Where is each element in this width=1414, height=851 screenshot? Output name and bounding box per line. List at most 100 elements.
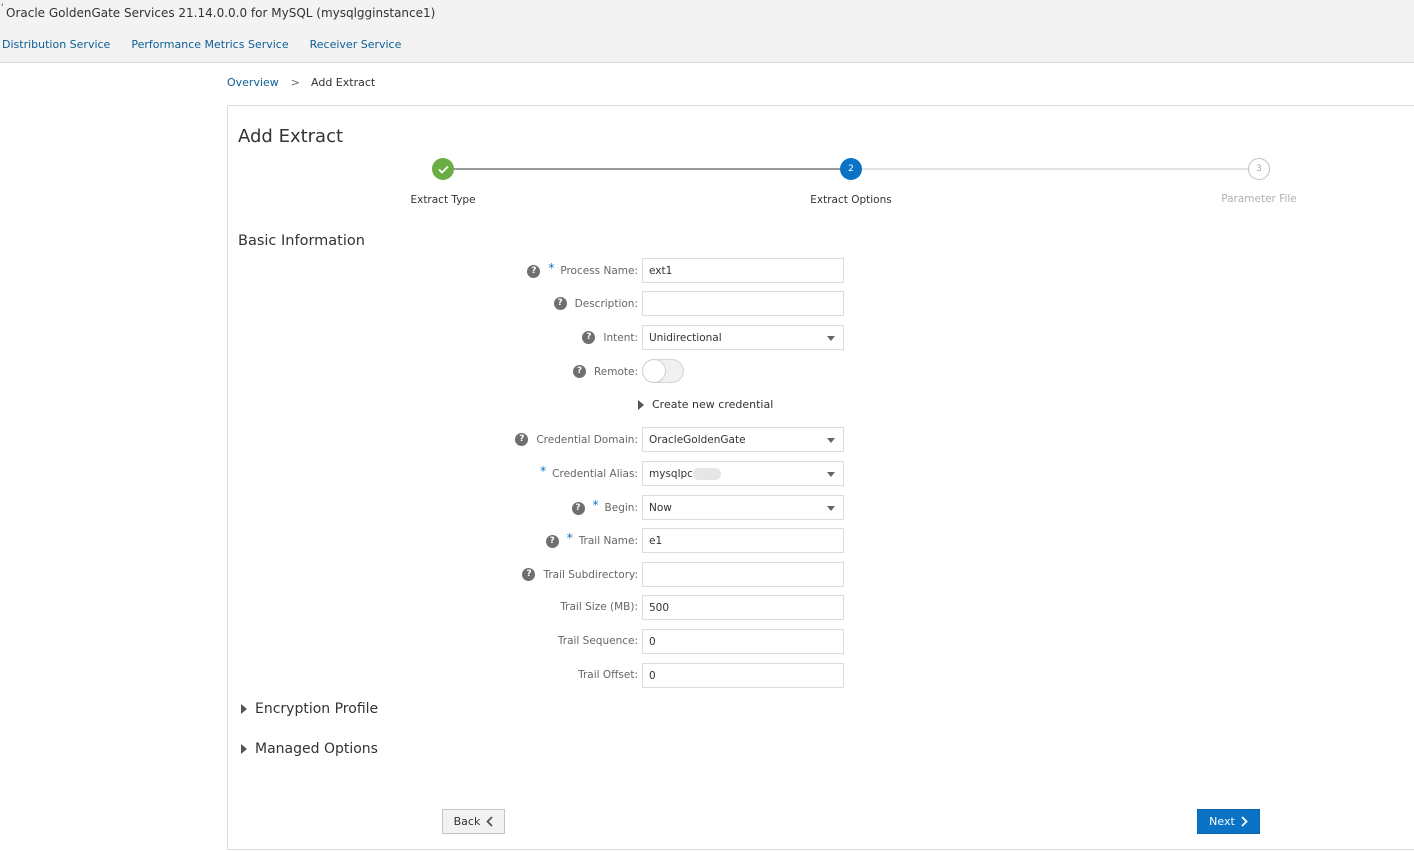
breadcrumb-separator: >	[290, 76, 301, 89]
process-name-label: ? * Process Name:	[527, 261, 638, 278]
managed-options-label: Managed Options	[255, 741, 378, 757]
help-icon[interactable]: ?	[571, 501, 585, 515]
begin-select[interactable]: Now	[642, 495, 844, 520]
train-line-completed	[454, 168, 840, 170]
credential-domain-select[interactable]: OracleGoldenGate	[642, 427, 844, 452]
train-step-extract-options[interactable]: 2	[840, 158, 862, 180]
credential-alias-label-text: Credential Alias:	[552, 468, 638, 480]
begin-label: ? * Begin:	[571, 498, 638, 515]
train-label-extract-options: Extract Options	[810, 194, 892, 206]
description-row: ? Description:	[228, 291, 1414, 317]
service-nav: Distribution Service Performance Metrics …	[2, 38, 422, 51]
help-icon[interactable]: ?	[515, 433, 529, 446]
train-label-parameter-file: Parameter File	[1221, 193, 1297, 205]
intent-label: ? Intent:	[582, 331, 638, 344]
credential-alias-row: * Credential Alias: mysqlpc	[228, 461, 1414, 487]
add-extract-card: Add Extract Extract Type 2 Extract Optio…	[227, 105, 1414, 850]
train-line-upcoming	[862, 168, 1248, 170]
title-mark: '	[1, 3, 4, 13]
trail-size-row: Trail Size (MB): 500	[228, 595, 1414, 621]
nav-performance-metrics-service[interactable]: Performance Metrics Service	[131, 38, 288, 51]
encryption-profile-expander[interactable]: Encryption Profile	[241, 701, 378, 717]
trail-sequence-label-text: Trail Sequence:	[557, 635, 638, 647]
trail-name-input[interactable]: e1	[642, 528, 844, 553]
required-marker: *	[592, 498, 599, 512]
chevron-down-icon	[827, 336, 835, 341]
trail-name-label-text: Trail Name:	[578, 535, 638, 547]
page-title: Add Extract	[238, 126, 344, 147]
credential-domain-label-text: Credential Domain:	[536, 433, 638, 446]
credential-alias-select[interactable]: mysqlpc	[642, 461, 844, 486]
back-button-label: Back	[453, 815, 481, 828]
intent-value: Unidirectional	[649, 331, 722, 344]
managed-options-expander[interactable]: Managed Options	[241, 741, 378, 757]
help-icon[interactable]: ?	[527, 264, 541, 278]
credential-alias-label: * Credential Alias:	[540, 464, 638, 481]
create-new-credential-expander[interactable]: Create new credential	[638, 398, 773, 411]
credential-domain-value: OracleGoldenGate	[649, 433, 746, 446]
chevron-down-icon	[827, 506, 835, 511]
app-title-text: Oracle GoldenGate Services 21.14.0.0.0 f…	[6, 6, 436, 20]
redaction-blur	[692, 467, 721, 480]
trail-size-label: Trail Size (MB):	[560, 601, 638, 613]
help-icon[interactable]: ?	[553, 297, 567, 310]
intent-row: ? Intent: Unidirectional	[228, 325, 1414, 351]
check-icon	[437, 165, 449, 174]
description-label-text: Description:	[574, 297, 638, 310]
trail-sequence-label: Trail Sequence:	[558, 635, 638, 647]
back-button[interactable]: Back	[442, 809, 505, 834]
description-label: ? Description:	[553, 297, 638, 310]
process-name-value: ext1	[649, 264, 673, 277]
trail-offset-label-text: Trail Offset:	[578, 669, 638, 681]
help-icon[interactable]: ?	[582, 331, 596, 344]
create-new-credential-label: Create new credential	[652, 398, 774, 411]
credential-alias-value: mysqlpc	[649, 467, 693, 480]
trail-size-label-text: Trail Size (MB):	[560, 601, 638, 613]
credential-domain-row: ? Credential Domain: OracleGoldenGate	[228, 427, 1414, 453]
nav-receiver-service[interactable]: Receiver Service	[310, 38, 402, 51]
app-title: ' Oracle GoldenGate Services 21.14.0.0.0…	[1, 3, 436, 20]
caret-right-icon	[241, 744, 247, 754]
trail-offset-value: 0	[649, 669, 656, 682]
remote-toggle[interactable]	[642, 359, 684, 383]
chevron-left-icon	[486, 816, 493, 827]
trail-size-input[interactable]: 500	[642, 595, 844, 620]
process-name-row: ? * Process Name: ext1	[228, 258, 1414, 284]
next-button-label: Next	[1209, 815, 1235, 828]
required-marker: *	[548, 261, 555, 275]
help-icon[interactable]: ?	[522, 568, 536, 581]
trail-name-value: e1	[649, 534, 663, 547]
train-label-extract-type: Extract Type	[410, 194, 476, 206]
trail-sequence-input[interactable]: 0	[642, 629, 844, 654]
help-icon[interactable]: ?	[545, 534, 559, 548]
required-marker: *	[540, 464, 547, 478]
process-name-label-text: Process Name:	[560, 265, 638, 277]
encryption-profile-label: Encryption Profile	[255, 701, 379, 717]
trail-size-value: 500	[649, 601, 670, 614]
breadcrumb-overview-link[interactable]: Overview	[227, 76, 279, 89]
process-name-input[interactable]: ext1	[642, 258, 844, 283]
help-icon[interactable]: ?	[572, 365, 586, 378]
trail-subdirectory-input[interactable]	[642, 562, 844, 587]
nav-distribution-service[interactable]: Distribution Service	[2, 38, 110, 51]
remote-label: ? Remote:	[572, 365, 638, 378]
trail-offset-label: Trail Offset:	[578, 669, 638, 681]
trail-name-row: ? * Trail Name: e1	[228, 528, 1414, 554]
begin-label-text: Begin:	[604, 502, 638, 514]
caret-right-icon	[638, 399, 644, 410]
begin-value: Now	[649, 501, 672, 514]
trail-sequence-row: Trail Sequence: 0	[228, 629, 1414, 655]
next-button[interactable]: Next	[1197, 809, 1260, 834]
train-step-extract-type[interactable]	[432, 158, 454, 180]
trail-offset-input[interactable]: 0	[642, 663, 844, 688]
remote-row: ? Remote:	[228, 359, 1414, 385]
breadcrumb-current: Add Extract	[311, 76, 376, 89]
breadcrumb: Overview > Add Extract	[227, 76, 375, 89]
app-header: ' Oracle GoldenGate Services 21.14.0.0.0…	[0, 0, 1414, 63]
trail-subdirectory-row: ? Trail Subdirectory:	[228, 562, 1414, 588]
intent-select[interactable]: Unidirectional	[642, 325, 844, 350]
caret-right-icon	[241, 704, 247, 714]
begin-row: ? * Begin: Now	[228, 495, 1414, 521]
description-input[interactable]	[642, 291, 844, 316]
train-step-parameter-file: 3	[1248, 158, 1270, 180]
